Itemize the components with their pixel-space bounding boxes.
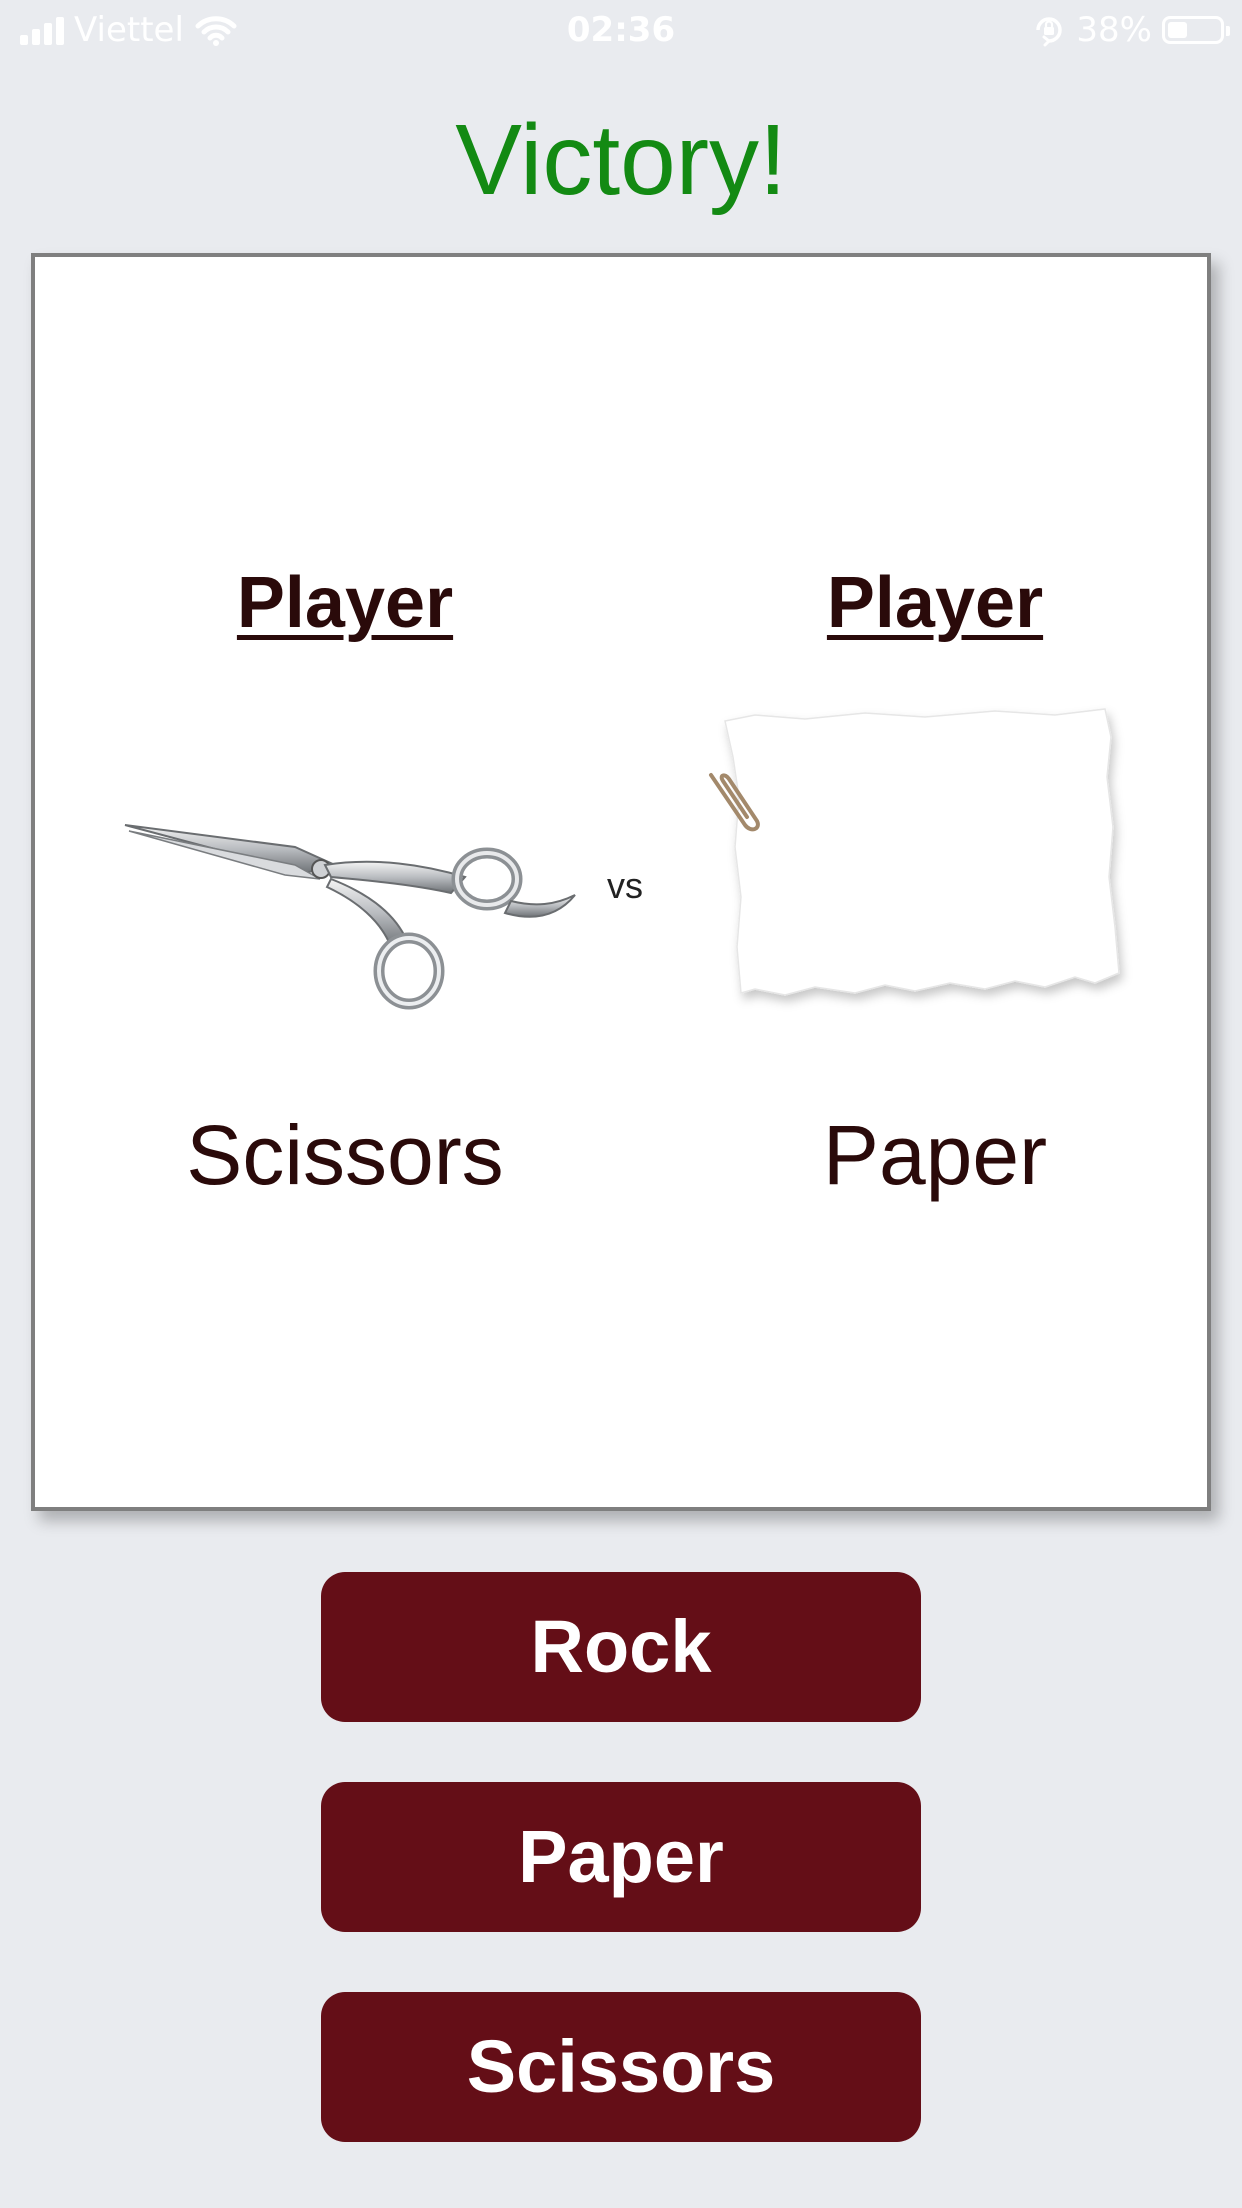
paper-button[interactable]: Paper — [321, 1782, 921, 1932]
left-player-label: Player — [236, 563, 454, 643]
orientation-lock-icon — [1036, 17, 1063, 47]
paper-image — [709, 708, 1120, 996]
rock-button[interactable]: Rock — [321, 1572, 921, 1722]
battery-percent: 38% — [1076, 10, 1152, 50]
right-choice-label: Paper — [822, 1108, 1048, 1202]
battle-panel: Player Scissors vs Player Paper — [31, 253, 1211, 1511]
right-player-side: Player Paper — [655, 257, 1215, 1507]
scissors-image — [124, 824, 576, 1010]
left-player-side: Player Scissors — [65, 257, 625, 1507]
vs-label: vs — [607, 865, 643, 906]
status-bar: Viettel 02:36 38% — [0, 0, 1242, 62]
scissors-button[interactable]: Scissors — [321, 1992, 921, 2142]
right-player-label: Player — [826, 563, 1044, 643]
battery-icon — [1162, 16, 1230, 44]
status-right: 38% — [1032, 10, 1230, 50]
result-title: Victory! — [455, 104, 787, 216]
battery-level — [1168, 22, 1187, 38]
left-choice-label: Scissors — [186, 1108, 504, 1202]
